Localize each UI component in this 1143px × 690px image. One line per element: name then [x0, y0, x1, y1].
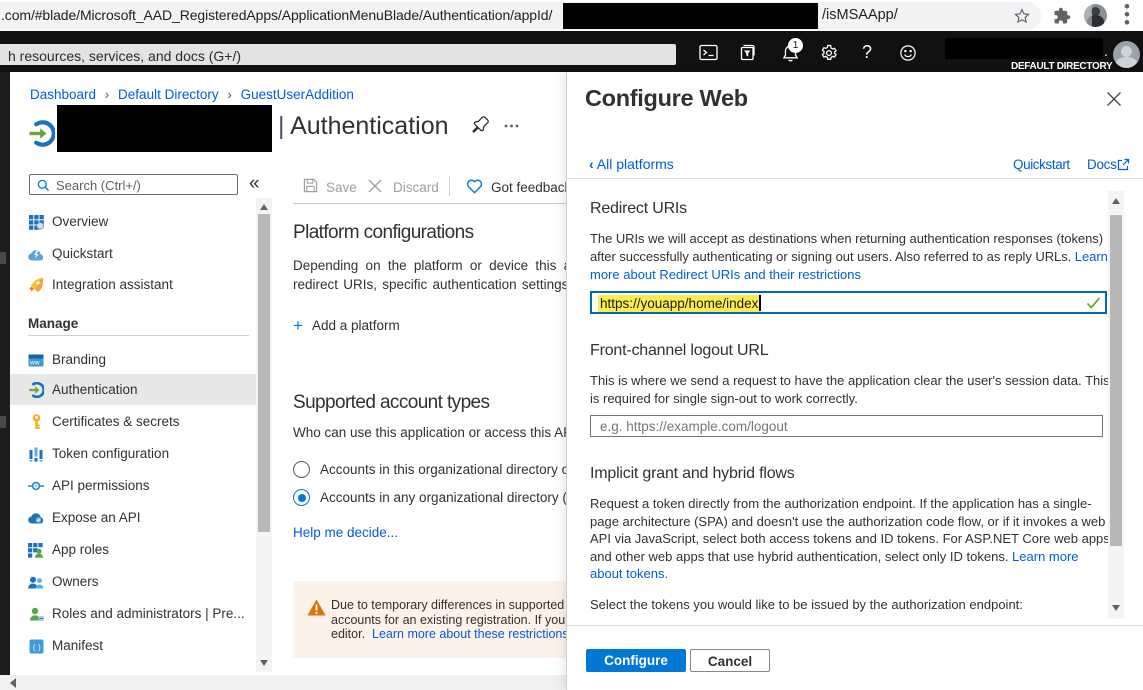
svg-text:ww: ww — [29, 359, 40, 366]
svg-text:(): () — [32, 643, 42, 652]
